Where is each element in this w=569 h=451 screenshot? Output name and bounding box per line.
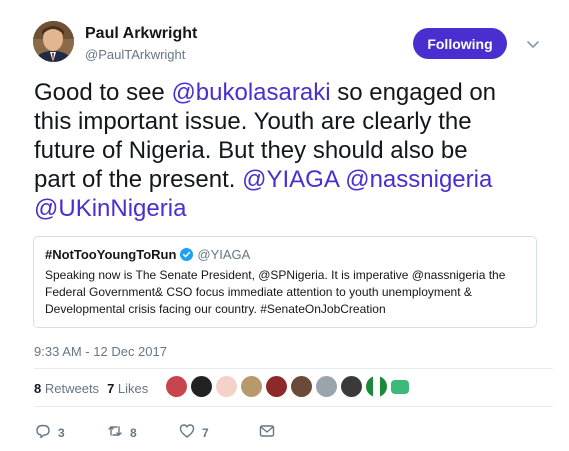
retweet-icon bbox=[106, 422, 130, 443]
caret-down-icon[interactable] bbox=[523, 34, 543, 54]
mention-link[interactable]: @bukolasaraki bbox=[171, 79, 330, 106]
quoted-tweet-text: Speaking now is The Senate President, @S… bbox=[45, 267, 529, 318]
tweet-text-part: so engaged on bbox=[330, 79, 497, 106]
liker-avatar[interactable] bbox=[191, 376, 212, 397]
tweet-text-part: Good to see bbox=[34, 79, 172, 106]
tweet-card: Paul Arkwright @PaulTArkwright Following… bbox=[0, 0, 569, 451]
reply-count: 3 bbox=[58, 425, 65, 440]
quoted-tweet-header: #NotTooYoungToRun @YIAGA bbox=[45, 247, 250, 262]
mention-link[interactable]: @nassnigeria bbox=[345, 166, 492, 193]
quoted-text-line: Federal Government& CSO focus immediate … bbox=[45, 285, 472, 299]
tweet-text: Good to see @bukolasaraki so engaged on … bbox=[34, 78, 544, 223]
author-name[interactable]: Paul Arkwright bbox=[85, 25, 197, 43]
liker-avatar[interactable] bbox=[341, 376, 362, 397]
divider bbox=[34, 406, 553, 407]
like-action[interactable]: 7 bbox=[178, 422, 258, 443]
liker-avatar[interactable] bbox=[316, 376, 337, 397]
likes-stat[interactable]: 7 Likes bbox=[107, 381, 148, 396]
tweet-header: Paul Arkwright @PaulTArkwright Following bbox=[33, 16, 553, 66]
tweet-timestamp[interactable]: 9:33 AM - 12 Dec 2017 bbox=[34, 344, 167, 359]
quoted-text-line: Developmental crisis facing our country.… bbox=[45, 302, 386, 316]
tweet-text-line: this important issue. Youth are clearly … bbox=[34, 108, 472, 135]
quoted-tweet[interactable]: #NotTooYoungToRun @YIAGA Speaking now is… bbox=[33, 236, 537, 328]
mention-link[interactable]: @UKinNigeria bbox=[34, 195, 186, 222]
divider bbox=[34, 368, 553, 369]
quoted-text-line: Speaking now is The Senate President, @S… bbox=[45, 268, 506, 282]
likers-avatars bbox=[166, 376, 409, 397]
tweet-text-line: future of Nigeria. But they should also … bbox=[34, 137, 468, 164]
liker-avatar[interactable] bbox=[291, 376, 312, 397]
direct-message-action[interactable] bbox=[258, 422, 282, 443]
quoted-author-handle[interactable]: @YIAGA bbox=[197, 247, 250, 262]
message-icon bbox=[258, 422, 282, 443]
liker-avatar[interactable] bbox=[391, 379, 409, 394]
quoted-author-name[interactable]: #NotTooYoungToRun bbox=[45, 247, 176, 262]
like-count: 7 bbox=[202, 425, 209, 440]
author-avatar[interactable] bbox=[33, 21, 74, 62]
liker-avatar[interactable] bbox=[241, 376, 262, 397]
liker-avatar[interactable] bbox=[166, 376, 187, 397]
verified-icon bbox=[180, 248, 194, 261]
engagement-stats: 8 Retweets 7 Likes bbox=[34, 381, 148, 396]
mention-link[interactable]: @YIAGA bbox=[242, 166, 338, 193]
tweet-text-part: part of the present. bbox=[34, 166, 243, 193]
liker-avatar[interactable] bbox=[366, 376, 387, 397]
following-button[interactable]: Following bbox=[413, 28, 507, 59]
liker-avatar[interactable] bbox=[216, 376, 237, 397]
retweets-stat[interactable]: 8 Retweets bbox=[34, 381, 99, 396]
liker-avatar[interactable] bbox=[266, 376, 287, 397]
author-handle[interactable]: @PaulTArkwright bbox=[85, 47, 185, 62]
retweet-count: 8 bbox=[130, 425, 137, 440]
retweet-action[interactable]: 8 bbox=[106, 422, 178, 443]
reply-icon bbox=[34, 422, 58, 443]
reply-action[interactable]: 3 bbox=[34, 422, 106, 443]
like-icon bbox=[178, 422, 202, 443]
tweet-actions: 3 8 7 bbox=[34, 422, 282, 443]
